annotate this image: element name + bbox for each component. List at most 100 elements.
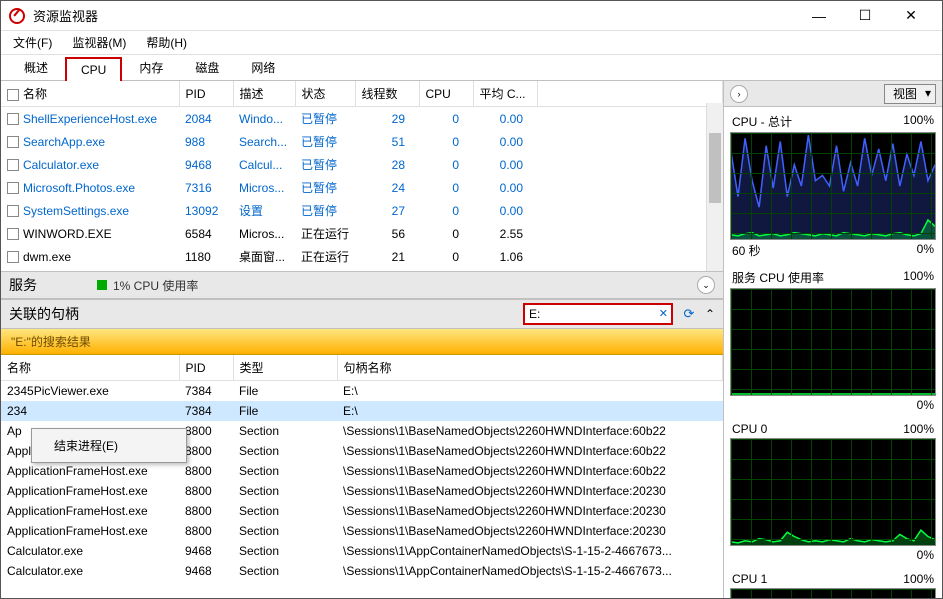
col-desc[interactable]: 描述 — [233, 81, 295, 107]
proc-status: 已暂停 — [295, 176, 355, 199]
proc-pid: 6584 — [179, 222, 233, 245]
handle-name: Calculator.exe — [1, 541, 179, 561]
menu-help[interactable]: 帮助(H) — [142, 32, 191, 53]
proc-pid: 7316 — [179, 176, 233, 199]
row-checkbox[interactable] — [7, 228, 19, 240]
maximize-button[interactable]: ☐ — [842, 1, 888, 31]
processes-scrollbar[interactable] — [706, 103, 723, 271]
col-pid[interactable]: PID — [179, 81, 233, 107]
proc-avg: 0.00 — [473, 153, 537, 176]
handle-type: Section — [233, 541, 337, 561]
proc-threads: 56 — [355, 222, 419, 245]
handle-hname: \Sessions\1\BaseNamedObjects\2260HWNDInt… — [337, 461, 723, 481]
menu-monitor[interactable]: 监视器(M) — [68, 32, 130, 53]
handle-type: Section — [233, 421, 337, 441]
handle-pid: 9468 — [179, 541, 233, 561]
table-row[interactable]: Calculator.exe9468Calcul...已暂停2800.00 — [1, 153, 723, 176]
hcol-name[interactable]: 名称 — [1, 355, 179, 381]
col-threads[interactable]: 线程数 — [355, 81, 419, 107]
col-avg[interactable]: 平均 C... — [473, 81, 537, 107]
proc-pid: 18528 — [179, 268, 233, 271]
titlebar: 资源监视器 — ☐ ✕ — [1, 1, 942, 31]
proc-cpu: 0 — [419, 107, 473, 131]
handle-hname: E:\ — [337, 401, 723, 421]
handles-collapse-button[interactable]: ⌃ — [705, 307, 715, 321]
handle-type: File — [233, 401, 337, 421]
table-row[interactable]: SystemSettings.exe13092设置已暂停2700.00 — [1, 199, 723, 222]
close-button[interactable]: ✕ — [888, 1, 934, 31]
proc-desc: Search... — [233, 130, 295, 153]
chart-block: CPU 0100%0% — [730, 420, 936, 564]
hcol-type[interactable]: 类型 — [233, 355, 337, 381]
menu-file[interactable]: 文件(F) — [9, 32, 56, 53]
hcol-hname[interactable]: 句柄名称 — [337, 355, 723, 381]
minimize-button[interactable]: — — [796, 1, 842, 31]
tab-disk[interactable]: 磁盘 — [180, 54, 234, 80]
proc-cpu: 0 — [419, 245, 473, 268]
services-expand-button[interactable]: ⌄ — [697, 276, 715, 294]
handle-type: Section — [233, 501, 337, 521]
col-status[interactable]: 状态 — [295, 81, 355, 107]
handles-search-clear-icon[interactable]: ✕ — [659, 307, 668, 320]
table-row[interactable]: ApplicationFrameHost.exe8800Section\Sess… — [1, 501, 723, 521]
table-row[interactable]: 2345PicViewer.exe7384FileE:\ — [1, 381, 723, 402]
proc-avg: 0.73 — [473, 268, 537, 271]
table-row[interactable]: ApplicationFrameHost.exe8800Section\Sess… — [1, 461, 723, 481]
tab-cpu[interactable]: CPU — [65, 57, 122, 81]
chart-footer-right: 0% — [917, 398, 934, 412]
services-header[interactable]: 服务 1% CPU 使用率 ⌄ — [1, 271, 723, 299]
handle-pid: 9468 — [179, 561, 233, 581]
col-name: 名称 — [1, 81, 179, 107]
proc-name: ShellExperienceHost.exe — [23, 112, 157, 126]
handle-hname: E:\ — [337, 381, 723, 402]
proc-desc: 桌面窗... — [233, 245, 295, 268]
proc-name: SearchApp.exe — [23, 135, 105, 149]
table-row[interactable]: ApplicationFrameHost.exe8800Section\Sess… — [1, 481, 723, 501]
proc-desc: Micros... — [233, 176, 295, 199]
table-row[interactable]: ApplicationFrameHost.exe8800Section\Sess… — [1, 521, 723, 541]
proc-cpu: 0 — [419, 268, 473, 271]
processes-panel: 名称 PID 描述 状态 线程数 CPU 平均 C... ShellExperi… — [1, 81, 723, 271]
handles-table: 名称 PID 类型 句柄名称 2345PicViewer.exe7384File… — [1, 355, 723, 581]
proc-name: dwm.exe — [23, 250, 71, 264]
proc-name: Microsoft.Photos.exe — [23, 181, 135, 195]
table-row[interactable]: Calculator.exe9468Section\Sessions\1\App… — [1, 561, 723, 581]
handle-type: Section — [233, 481, 337, 501]
handle-name: ApplicationFrameHost.exe — [1, 521, 179, 541]
row-checkbox[interactable] — [7, 251, 19, 263]
view-dropdown[interactable]: 视图 — [884, 84, 936, 104]
proc-cpu: 0 — [419, 199, 473, 222]
handle-name: ApplicationFrameHost.exe — [1, 501, 179, 521]
handle-hname: \Sessions\1\BaseNamedObjects\2260HWNDInt… — [337, 441, 723, 461]
handles-header: 关联的句柄 ✕ ⟳ ⌃ — [1, 299, 723, 329]
table-row[interactable]: ShellExperienceHost.exe2084Windo...已暂停29… — [1, 107, 723, 131]
row-checkbox[interactable] — [7, 159, 19, 171]
services-usage-text: 1% CPU 使用率 — [113, 277, 198, 294]
table-row[interactable]: 2347384FileE:\ — [1, 401, 723, 421]
tab-overview[interactable]: 概述 — [9, 54, 63, 80]
handles-search-box: ✕ — [523, 303, 673, 325]
table-row[interactable]: Microsoft.Photos.exe7316Micros...已暂停2400… — [1, 176, 723, 199]
table-row[interactable]: dwm.exe1180桌面窗...正在运行2101.06 — [1, 245, 723, 268]
row-checkbox[interactable] — [7, 136, 19, 148]
handles-refresh-button[interactable]: ⟳ — [679, 305, 699, 323]
row-checkbox[interactable] — [7, 113, 19, 125]
col-cpu[interactable]: CPU — [419, 81, 473, 107]
table-row[interactable]: perfmon.exe18528资源和...正在运行1700.73 — [1, 268, 723, 271]
charts-collapse-button[interactable]: › — [730, 85, 748, 103]
row-checkbox[interactable] — [7, 182, 19, 194]
tab-network[interactable]: 网络 — [236, 54, 290, 80]
tab-memory[interactable]: 内存 — [124, 54, 178, 80]
proc-avg: 0.00 — [473, 130, 537, 153]
hcol-pid[interactable]: PID — [179, 355, 233, 381]
handles-search-input[interactable] — [529, 305, 653, 323]
row-checkbox[interactable] — [7, 205, 19, 217]
table-row[interactable]: Calculator.exe9468Section\Sessions\1\App… — [1, 541, 723, 561]
table-row[interactable]: WINWORD.EXE6584Micros...正在运行5602.55 — [1, 222, 723, 245]
handle-name: ApplicationFrameHost.exe — [1, 461, 179, 481]
ctx-end-process[interactable]: 结束进程(E) — [34, 431, 184, 460]
checkbox-all[interactable] — [7, 89, 19, 101]
proc-pid: 13092 — [179, 199, 233, 222]
handle-hname: \Sessions\1\BaseNamedObjects\2260HWNDInt… — [337, 521, 723, 541]
table-row[interactable]: SearchApp.exe988Search...已暂停5100.00 — [1, 130, 723, 153]
